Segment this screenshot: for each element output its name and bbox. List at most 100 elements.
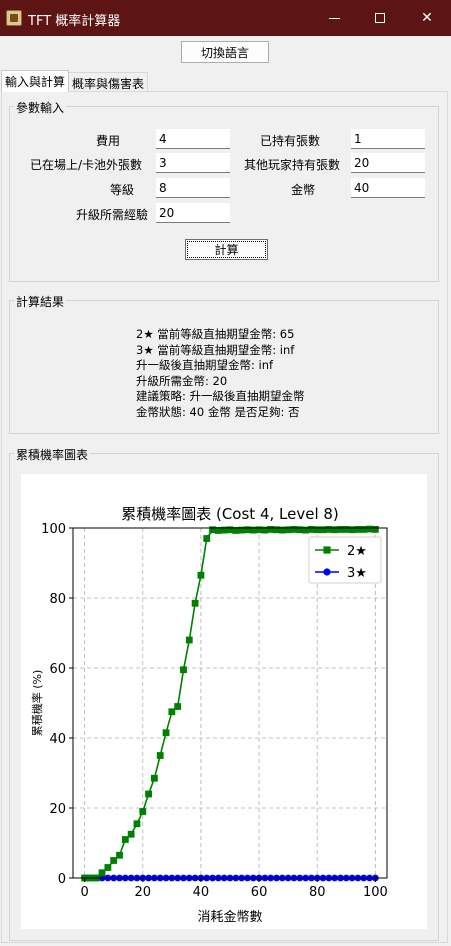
minimize-button[interactable] xyxy=(311,0,357,36)
legend-box xyxy=(308,536,382,584)
calculate-button[interactable]: 計算 xyxy=(185,239,268,260)
tab-strip: 輸入與計算 概率與傷害表 xyxy=(0,70,451,92)
results-group-title: 計算結果 xyxy=(14,293,67,310)
data-point xyxy=(319,526,327,534)
gold-field[interactable] xyxy=(351,178,425,198)
legend-label: 2★ xyxy=(347,544,367,559)
data-point xyxy=(174,703,182,710)
x-tick-label: 60 xyxy=(251,885,268,900)
data-point xyxy=(162,729,170,737)
data-point xyxy=(151,774,158,782)
window-title: TFT 概率計算器 xyxy=(28,14,121,29)
level-label: 等級 xyxy=(109,183,134,197)
y-axis-label: 累積機率 (%) xyxy=(30,670,44,737)
data-point xyxy=(127,830,135,838)
data-point xyxy=(284,526,292,534)
xp-needed-field[interactable] xyxy=(156,203,230,223)
data-point xyxy=(197,571,205,579)
close-button[interactable]: ✕ xyxy=(404,0,450,36)
x-tick-label: 80 xyxy=(309,885,326,900)
params-group: 參數輸入 費用 已持有張數 已在場上/卡池外張數 其他玩家持有張數 等級 金幣 … xyxy=(9,99,439,282)
x-tick-label: 0 xyxy=(80,885,88,900)
data-point xyxy=(139,808,147,815)
tab-probability-table[interactable]: 概率與傷害表 xyxy=(68,72,149,92)
data-point xyxy=(267,526,275,533)
result-line: 2★ 當前等級直抽期望金幣: 65 xyxy=(136,327,295,341)
y-tick-label: 20 xyxy=(49,802,66,817)
tab-panel: 參數輸入 費用 已持有張數 已在場上/卡池外張數 其他玩家持有張數 等級 金幣 … xyxy=(1,91,448,943)
data-point xyxy=(209,526,216,534)
app-window: TFT 概率計算器 ✕ 切換語言 輸入與計算 概率與傷害表 參數輸入 費用 已持… xyxy=(0,0,451,946)
data-point xyxy=(342,526,350,533)
owned-field[interactable] xyxy=(351,129,425,149)
gold-label: 金幣 xyxy=(290,183,315,197)
owned-label: 已持有張數 xyxy=(259,134,320,148)
y-tick-label: 80 xyxy=(49,592,66,607)
data-point xyxy=(360,526,368,533)
x-axis-label: 消耗金幣數 xyxy=(197,909,262,925)
result-line: 金幣狀態: 40 金幣 是否足夠: 否 xyxy=(136,404,300,419)
result-line: 升一級後直抽期望金幣: inf xyxy=(136,358,274,373)
x-tick-label: 20 xyxy=(135,885,152,900)
tab-input-calc[interactable]: 輸入與計算 xyxy=(1,70,70,92)
chart-title: 累積機率圖表 (Cost 4, Level 8) xyxy=(121,505,339,523)
data-point xyxy=(110,857,118,864)
switch-language-button[interactable]: 切換語言 xyxy=(181,41,269,63)
title-bar[interactable]: TFT 概率計算器 ✕ xyxy=(0,0,451,36)
result-line: 升級所需金幣: 20 xyxy=(136,373,228,388)
data-point xyxy=(325,526,333,533)
data-point xyxy=(348,526,356,534)
data-point xyxy=(185,636,193,644)
data-point xyxy=(121,836,129,843)
data-point xyxy=(226,526,234,534)
chart-group: 累積機率圖表 0 20 40 60 80 100 0 20 40 60 80 100 累積機率圖表 (C… xyxy=(9,446,439,941)
data-point xyxy=(145,790,152,798)
chart-canvas: 0 20 40 60 80 100 0 20 40 60 80 100 累積機率圖表 (Cost 4, … xyxy=(21,474,427,929)
chart-group-title: 累積機率圖表 xyxy=(14,446,91,463)
x-tick-label: 100 xyxy=(363,885,388,900)
data-point xyxy=(273,526,280,534)
y-tick-label: 0 xyxy=(58,872,66,887)
data-point xyxy=(308,526,315,533)
data-point xyxy=(133,820,141,828)
close-icon: ✕ xyxy=(421,10,433,26)
y-tick-label: 60 xyxy=(49,662,66,677)
result-line: 3★ 當前等級直抽期望金幣: inf xyxy=(136,342,295,357)
y-tick-label: 100 xyxy=(41,522,66,537)
others-owned-label: 其他玩家持有張數 xyxy=(243,158,340,172)
y-tick-label: 40 xyxy=(49,732,66,747)
data-point xyxy=(168,708,176,716)
results-group: 計算結果 2★ 當前等級直抽期望金幣: 65 3★ 當前等級直抽期望金幣: in… xyxy=(9,293,439,434)
data-point xyxy=(331,526,339,534)
legend-label: 3★ xyxy=(347,566,367,581)
minimize-icon xyxy=(328,17,340,19)
cumulative-probability-chart: 0 20 40 60 80 100 0 20 40 60 80 100 累積機率圖表 (Cost 4, … xyxy=(30,505,388,925)
out-of-pool-label: 已在場上/卡池外張數 xyxy=(29,158,142,172)
data-point xyxy=(180,666,187,674)
maximize-button[interactable] xyxy=(357,0,403,36)
data-point xyxy=(296,526,304,534)
legend-marker xyxy=(323,568,331,576)
data-point xyxy=(371,526,379,533)
result-line: 建議策略: 升一級後直抽期望金幣 xyxy=(136,389,305,404)
data-point xyxy=(203,535,211,542)
legend-marker xyxy=(323,546,331,554)
data-point xyxy=(98,869,106,877)
results-text: 2★ 當前等級直抽期望金幣: 65 3★ 當前等級直抽期望金幣: inf 升一級… xyxy=(136,327,305,421)
cost-label: 費用 xyxy=(95,134,120,148)
data-point xyxy=(116,851,123,859)
data-point xyxy=(255,526,263,534)
x-tick-label: 40 xyxy=(193,885,210,900)
data-point xyxy=(104,864,112,871)
xp-needed-label: 升級所需經驗 xyxy=(75,208,148,222)
data-point xyxy=(244,526,251,534)
others-owned-field[interactable] xyxy=(351,153,425,173)
maximize-icon xyxy=(375,13,385,23)
data-point xyxy=(366,525,373,533)
app-icon xyxy=(6,10,22,26)
params-group-title: 參數輸入 xyxy=(14,99,67,116)
data-point xyxy=(337,526,344,533)
data-point xyxy=(313,526,321,534)
data-point xyxy=(156,752,164,759)
data-point xyxy=(354,526,362,533)
